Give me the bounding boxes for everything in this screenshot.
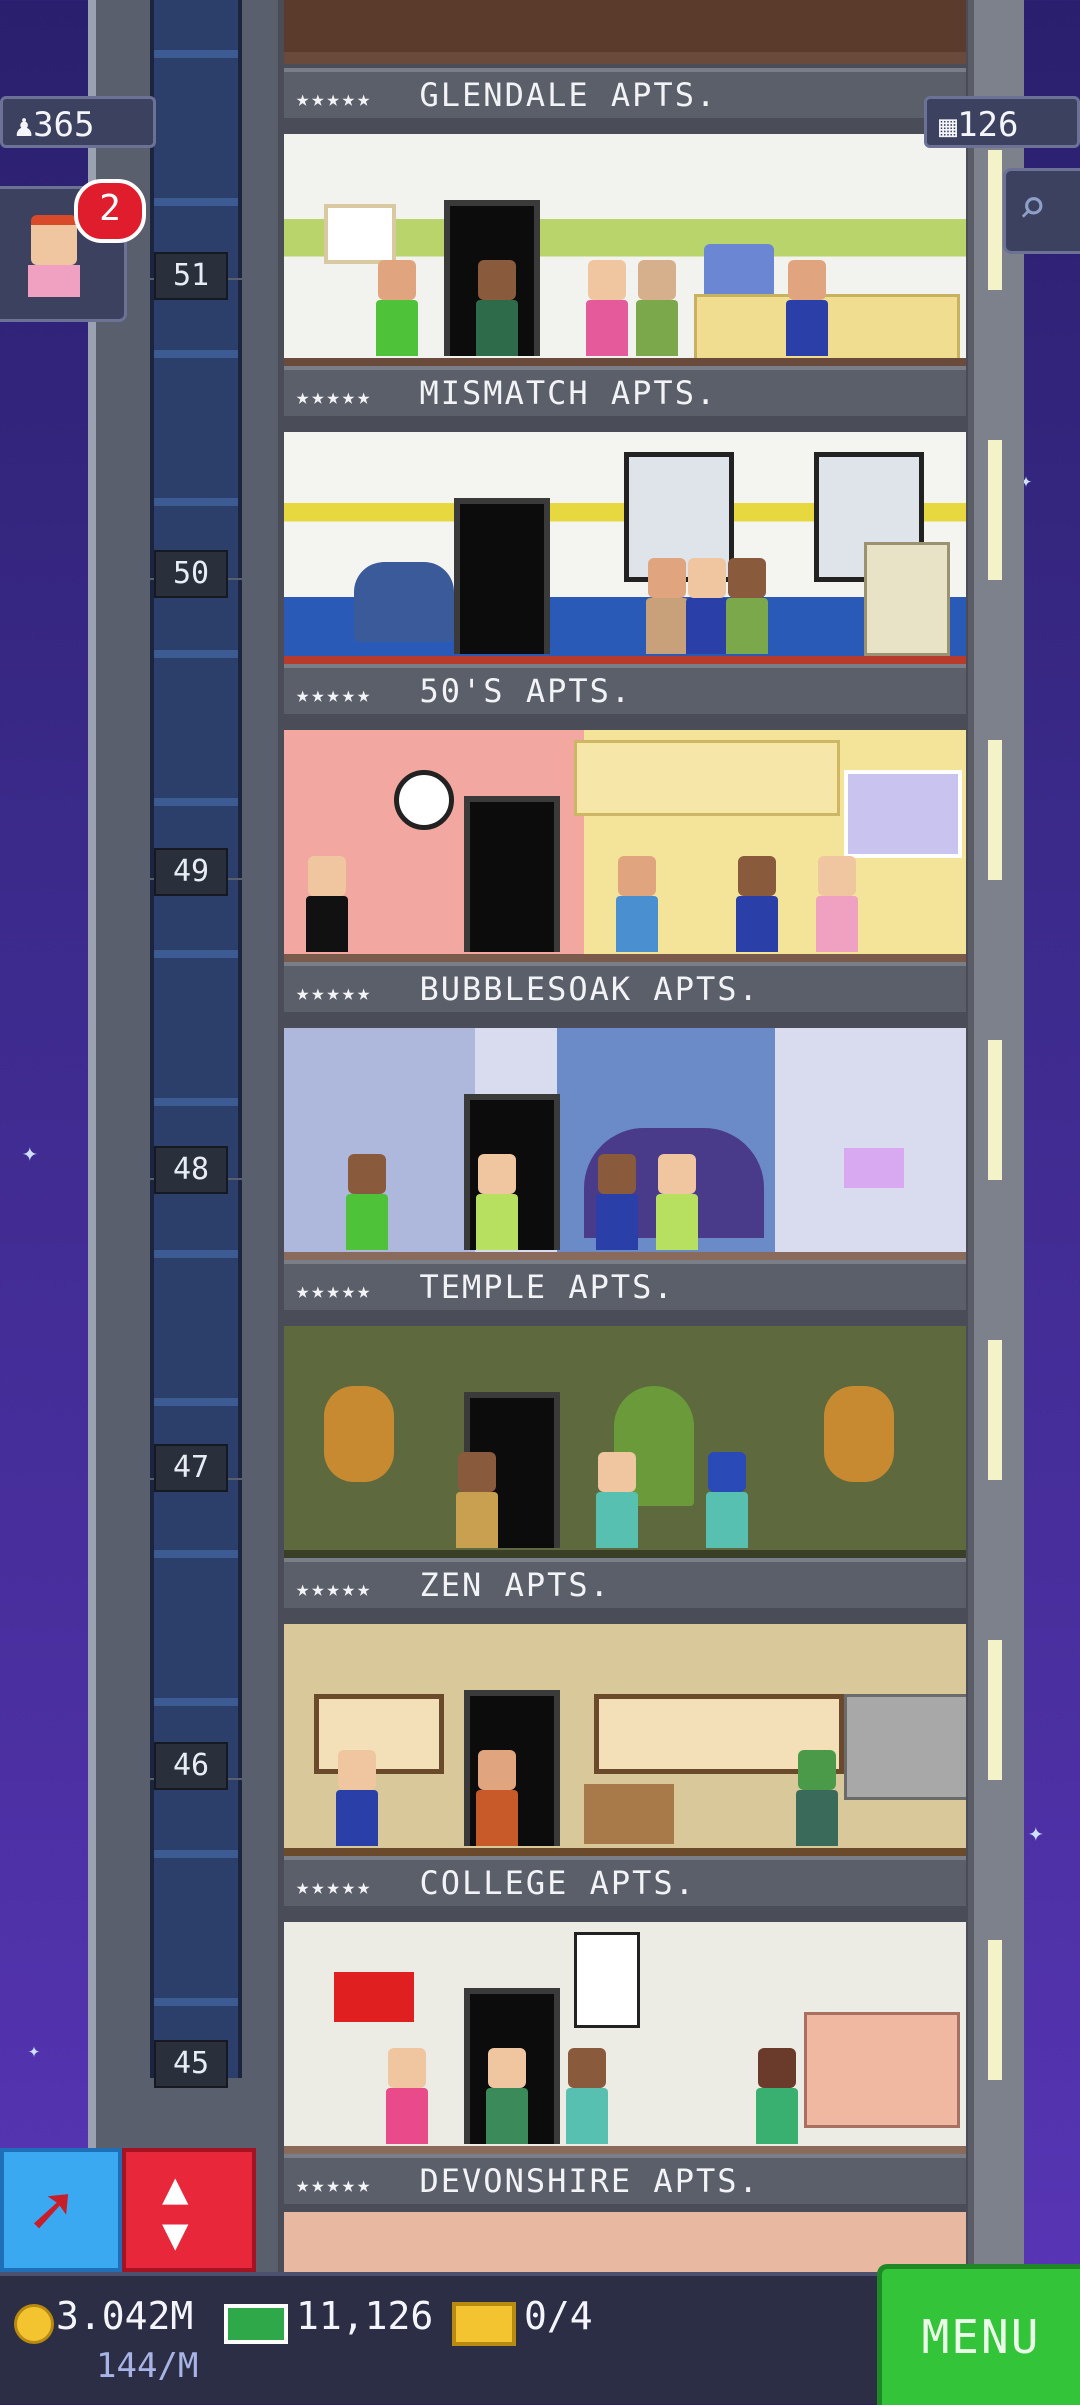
floor-stars: ★★★★★ — [296, 683, 373, 708]
painting — [324, 204, 396, 264]
floor-49[interactable] — [284, 730, 966, 966]
floor-label: ★★★★★ DEVONSHIRE APTS. — [284, 2154, 966, 2204]
floor-number: 50 — [154, 550, 228, 598]
coins-value: 3.042M — [56, 2294, 194, 2338]
lamp — [844, 1148, 904, 1188]
floor-number: 46 — [154, 1742, 228, 1790]
floor-number: 51 — [154, 252, 228, 300]
computer-desk — [804, 2012, 960, 2128]
floor-name: GLENDALE APTS. — [419, 76, 718, 114]
window-light — [988, 740, 1002, 880]
floor-name: 50'S APTS. — [419, 672, 633, 710]
elevator-shaft[interactable] — [88, 0, 294, 2280]
floor-glendale[interactable] — [284, 0, 966, 64]
floor-label: ★★★★★ ZEN APTS. — [284, 1558, 966, 1608]
floor-stars: ★★★★★ — [296, 385, 373, 410]
kitchen-cabinets — [574, 740, 840, 816]
dresser — [584, 1784, 674, 1844]
floor-name: DEVONSHIRE APTS. — [419, 2162, 760, 2200]
elevator-button[interactable]: ▲ ▼ — [122, 2148, 256, 2272]
floor-name: TEMPLE APTS. — [419, 1268, 675, 1306]
window-light — [988, 440, 1002, 580]
person-icon: ♟ — [15, 109, 34, 144]
elevator-car[interactable] — [150, 580, 242, 878]
star-decoration: ✦ — [28, 2038, 41, 2062]
star-decoration: ✦ — [1028, 1818, 1044, 1848]
wall-clock — [394, 770, 454, 830]
floor-name: BUBBLESOAK APTS. — [419, 970, 760, 1008]
floor-name: MISMATCH APTS. — [419, 374, 718, 412]
floor-stars: ★★★★★ — [296, 981, 373, 1006]
floor-48[interactable] — [284, 1028, 966, 1264]
elevator-car[interactable] — [150, 0, 242, 278]
floor-label: ★★★★★ GLENDALE APTS. — [284, 68, 966, 118]
floor-number: 45 — [154, 2040, 228, 2088]
floor-name: COLLEGE APTS. — [419, 1864, 696, 1902]
idol-head — [324, 1386, 394, 1482]
visitor-avatar-icon — [24, 215, 84, 297]
floor-label: ★★★★★ COLLEGE APTS. — [284, 1856, 966, 1906]
up-down-icon: ▲ ▼ — [162, 2163, 189, 2260]
idol-head — [824, 1386, 894, 1482]
ticket-icon — [452, 2302, 516, 2346]
floor-number: 48 — [154, 1146, 228, 1194]
window-light — [988, 150, 1002, 290]
zoom-button[interactable]: ⌕ — [1003, 168, 1080, 254]
elevator-car[interactable] — [150, 280, 242, 578]
floor-label: ★★★★★ BUBBLESOAK APTS. — [284, 962, 966, 1012]
coins-rate: 144/M — [96, 2346, 199, 2386]
floor-count-value: 126 — [957, 105, 1019, 145]
tickets-value: 0/4 — [524, 2294, 593, 2338]
floor-stars: ★★★★★ — [296, 2173, 373, 2198]
floor-label: ★★★★★ MISMATCH APTS. — [284, 366, 966, 416]
floor-46[interactable] — [284, 1624, 966, 1860]
floor-number: 47 — [154, 1444, 228, 1492]
floor-stars: ★★★★★ — [296, 1875, 373, 1900]
population-counter[interactable]: ♟365 — [0, 96, 156, 148]
floor-label: ★★★★★ 50'S APTS. — [284, 664, 966, 714]
bux-value: 11,126 — [296, 2294, 434, 2338]
window-light — [988, 1640, 1002, 1780]
window-light — [988, 1940, 1002, 2080]
floor-label: ★★★★★ TEMPLE APTS. — [284, 1260, 966, 1310]
building-icon: ▦ — [939, 109, 958, 144]
visitor-notification[interactable]: 2 — [0, 179, 146, 322]
window-light — [988, 1340, 1002, 1480]
floor-51[interactable] — [284, 134, 966, 370]
floor-name: ZEN APTS. — [419, 1566, 611, 1604]
floor-stars: ★★★★★ — [296, 1577, 373, 1602]
notification-badge: 2 — [74, 179, 146, 243]
floor-50[interactable] — [284, 432, 966, 668]
floor-stars: ★★★★★ — [296, 87, 373, 112]
floor-47[interactable] — [284, 1326, 966, 1562]
magnifier-icon: ⌕ — [1018, 179, 1047, 235]
bux-icon — [224, 2304, 288, 2344]
floor-45[interactable] — [284, 1922, 966, 2158]
armchair — [354, 562, 454, 642]
fridge — [844, 1694, 966, 1800]
floor-stars: ★★★★★ — [296, 1279, 373, 1304]
poster — [574, 1932, 640, 2028]
window-light — [988, 1040, 1002, 1180]
bitizen-move-button[interactable]: ➚ — [0, 2148, 122, 2272]
coin-icon — [14, 2304, 54, 2344]
elevator-car[interactable] — [150, 1480, 242, 1778]
elevator-car[interactable] — [150, 880, 242, 1178]
floor-counter[interactable]: ▦126 — [924, 96, 1080, 148]
population-value: 365 — [33, 105, 95, 145]
arcade-cabinet — [864, 542, 950, 656]
menu-button[interactable]: MENU — [877, 2264, 1080, 2405]
floor-number: 49 — [154, 848, 228, 896]
star-decoration: ✦ — [22, 1138, 38, 1168]
elevator-car[interactable] — [150, 1180, 242, 1478]
floor-next[interactable] — [284, 2212, 966, 2272]
elevator-car[interactable] — [150, 1780, 242, 2078]
arrow-icon: ➚ — [30, 2170, 73, 2252]
pennant-flag — [334, 1972, 414, 2022]
window — [844, 770, 962, 858]
